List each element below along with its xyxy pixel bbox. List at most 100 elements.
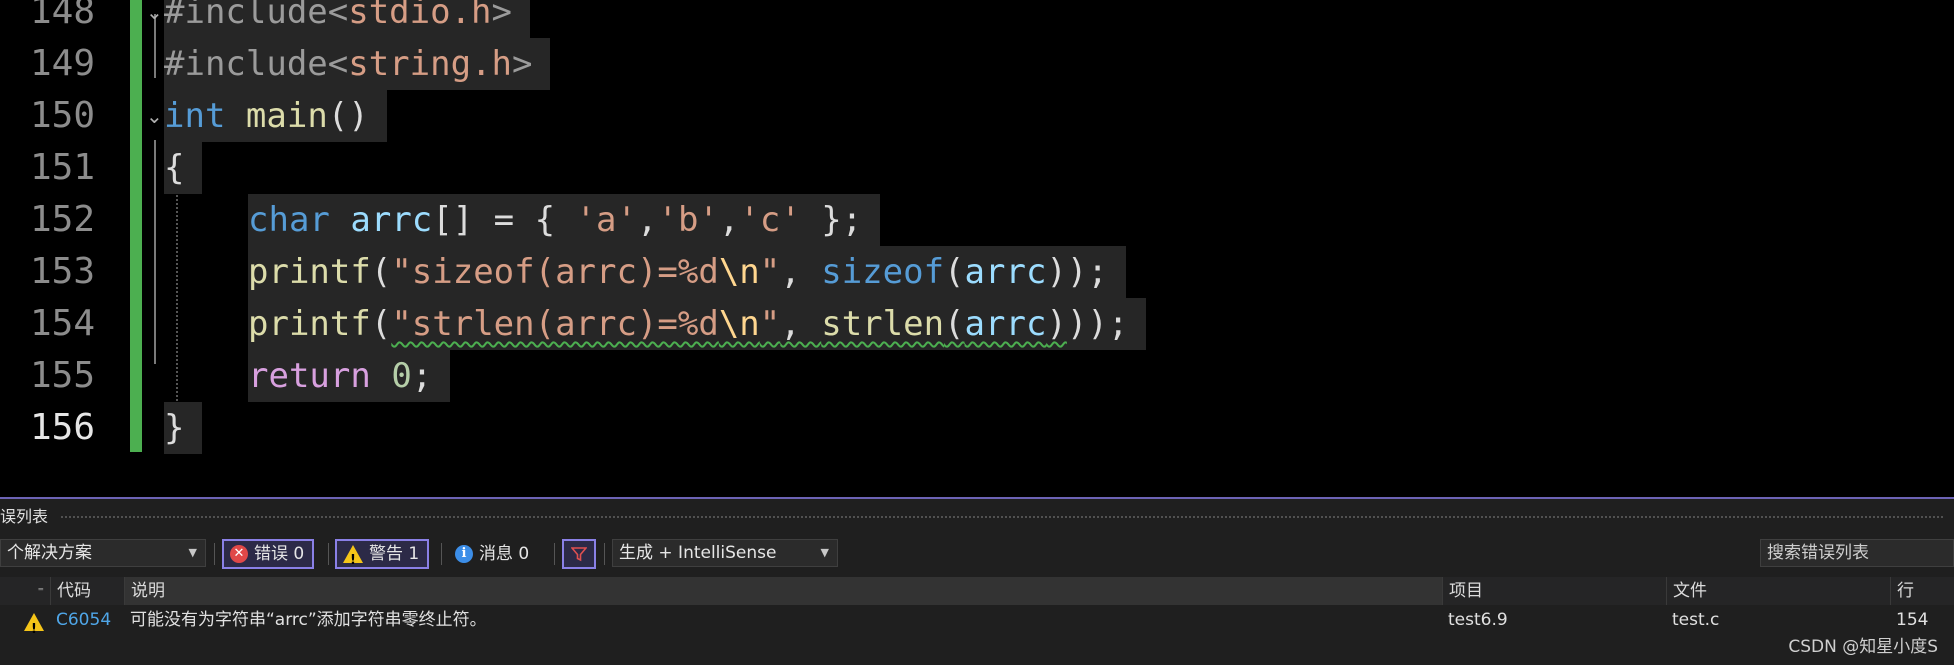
- fold-chevron-icon[interactable]: ⌄: [146, 0, 163, 38]
- code-token: printf: [248, 304, 371, 344]
- code-token: stdio.h: [348, 0, 492, 32]
- code-line[interactable]: 154 printf("strlen(arrc)=%d\n", strlen(ar…: [0, 298, 1954, 350]
- code-text: }: [164, 402, 203, 454]
- line-number: 153: [29, 251, 95, 292]
- error-line: 154: [1896, 610, 1929, 630]
- line-number: 148: [29, 0, 95, 32]
- column-header-project[interactable]: 项目: [1442, 577, 1666, 605]
- code-token: (: [370, 252, 392, 292]
- code-token: ): [1046, 304, 1067, 344]
- line-number: 154: [29, 303, 95, 344]
- toolbar-separator: [214, 543, 215, 565]
- filter-toggle-button[interactable]: [562, 539, 596, 569]
- panel-drag-grip[interactable]: [60, 515, 1944, 519]
- error-list-panel: 误列表 个解决方案 ▼ ✕ 错误 0 警告 1 i 消息 0 生成 +: [0, 497, 1954, 665]
- code-text: printf("strlen(arrc)=%d\n", strlen(arrc)…: [248, 298, 1147, 350]
- messages-filter-button[interactable]: i 消息 0: [448, 539, 538, 569]
- fold-chevron-icon[interactable]: ⌄: [146, 90, 163, 142]
- filter-icon: [571, 547, 587, 562]
- chevron-down-icon: ▼: [188, 546, 197, 559]
- column-header-description[interactable]: 说明: [124, 577, 1442, 605]
- code-text: return 0;: [248, 350, 451, 402]
- chevron-down-icon: ▼: [820, 546, 829, 559]
- code-token: (: [944, 252, 965, 292]
- line-number: 151: [29, 147, 95, 188]
- error-list-header: ⁼ 代码 说明 项目 文件 行: [0, 577, 1954, 605]
- code-token: char: [248, 200, 330, 240]
- warnings-filter-label: 警告 1: [369, 544, 420, 564]
- code-token: #include<: [164, 0, 349, 32]
- code-line[interactable]: 149 #include<string.h>: [0, 38, 1954, 90]
- line-number: 155: [29, 355, 95, 396]
- code-token: \n: [718, 252, 760, 292]
- code-token: (): [327, 96, 369, 136]
- code-token: }: [164, 408, 185, 448]
- code-token: ));: [1066, 304, 1129, 344]
- code-token: ,: [780, 252, 822, 292]
- code-token: ,: [718, 200, 740, 240]
- code-token: 0: [391, 356, 412, 396]
- code-text: #include<stdio.h>: [164, 0, 531, 38]
- scope-dropdown-value: 个解决方案: [7, 543, 92, 563]
- sort-icon-column[interactable]: ⁼: [0, 577, 50, 605]
- search-error-list-input[interactable]: 搜索错误列表: [1760, 539, 1954, 567]
- error-description: 可能没有为字符串“arrc”添加字符串零终止符。: [130, 610, 487, 630]
- toolbar-separator: [328, 543, 329, 565]
- warning-icon: [343, 545, 363, 575]
- code-text: int main(): [164, 90, 387, 142]
- code-token: main: [245, 96, 328, 136]
- code-token: strlen: [821, 304, 945, 344]
- code-token: [] = {: [432, 200, 576, 240]
- line-number: 152: [29, 199, 95, 240]
- code-token: arrc: [350, 200, 433, 240]
- code-line[interactable]: 148 ⌄ #include<stdio.h>: [0, 0, 1954, 38]
- error-icon: ✕: [230, 545, 248, 563]
- table-row[interactable]: C6054 可能没有为字符串“arrc”添加字符串零终止符。 test6.9 t…: [0, 605, 1954, 641]
- errors-filter-button[interactable]: ✕ 错误 0: [222, 539, 315, 569]
- code-token: ": [759, 252, 781, 292]
- panel-title: 误列表: [0, 507, 49, 526]
- toolbar-separator: [441, 543, 442, 565]
- code-token: 'b': [657, 200, 719, 240]
- code-token: >: [491, 0, 513, 32]
- line-number: 156: [29, 407, 95, 448]
- code-token: int: [164, 96, 226, 136]
- code-line[interactable]: 150 ⌄ int main(): [0, 90, 1954, 142]
- build-source-dropdown[interactable]: 生成 + IntelliSense ▼: [612, 539, 838, 567]
- code-token: >: [512, 44, 533, 84]
- code-text: #include<string.h>: [164, 38, 551, 90]
- code-token: arrc: [964, 304, 1047, 344]
- code-token: 'a': [575, 200, 637, 240]
- code-token: #include<: [164, 44, 349, 84]
- column-header-line[interactable]: 行: [1890, 577, 1954, 605]
- code-line[interactable]: 151 {: [0, 142, 1954, 194]
- error-project: test6.9: [1448, 610, 1508, 630]
- code-line[interactable]: 152 char arrc[] = { 'a','b','c' };: [0, 194, 1954, 246]
- warning-icon: [18, 611, 48, 641]
- code-text: {: [164, 142, 203, 194]
- code-token: \n: [718, 304, 760, 344]
- watermark: CSDN @知星小度S: [1788, 637, 1938, 657]
- code-token: ,: [780, 304, 822, 344]
- column-header-code[interactable]: 代码: [50, 577, 124, 605]
- code-editor[interactable]: 148 ⌄ #include<stdio.h> 149 #include<string.…: [0, 0, 1954, 497]
- code-token: {: [164, 148, 185, 188]
- error-code-link[interactable]: C6054: [50, 605, 124, 635]
- code-text: char arrc[] = { 'a','b','c' };: [248, 194, 881, 246]
- scope-dropdown[interactable]: 个解决方案 ▼: [0, 539, 206, 567]
- column-header-file[interactable]: 文件: [1666, 577, 1890, 605]
- code-token: (: [944, 304, 965, 344]
- code-text: printf("sizeof(arrc)=%d\n", sizeof(arrc)…: [248, 246, 1126, 298]
- warnings-filter-button[interactable]: 警告 1: [335, 539, 430, 575]
- code-line[interactable]: 153 printf("sizeof(arrc)=%d\n", sizeof(ar…: [0, 246, 1954, 298]
- code-line[interactable]: 155 return 0;: [0, 350, 1954, 402]
- toolbar-separator: [604, 543, 605, 565]
- search-placeholder: 搜索错误列表: [1767, 543, 1869, 563]
- code-line[interactable]: 156}: [0, 402, 1954, 454]
- messages-filter-label: 消息 0: [479, 544, 530, 564]
- code-token: };: [800, 200, 863, 240]
- build-source-value: 生成 + IntelliSense: [619, 543, 777, 563]
- code-token: 'c': [739, 200, 801, 240]
- code-token: ": [759, 304, 781, 344]
